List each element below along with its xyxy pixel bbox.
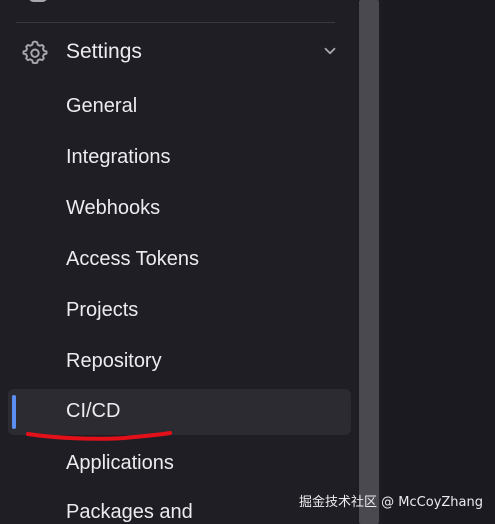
sidebar-item-label: Packages and [66, 501, 193, 523]
sidebar-item-general[interactable]: General [8, 84, 351, 130]
sidebar-item-label: Access Tokens [66, 248, 200, 270]
app-window: Settings General Integrations Webhooks A… [0, 0, 495, 524]
sidebar-item-access-tokens[interactable]: Access Tokens [8, 237, 351, 283]
sidebar-item-webhooks[interactable]: Webhooks [8, 186, 351, 232]
sidebar-item-label: Repository [66, 350, 162, 372]
sidebar-item-projects[interactable]: Projects [8, 288, 351, 334]
active-indicator [12, 395, 16, 429]
main-content [383, 0, 495, 524]
sidebar-item-label: Integrations [66, 146, 171, 168]
previous-nav-item[interactable] [22, 0, 102, 4]
sidebar-divider [16, 22, 335, 23]
sidebar-item-label: Projects [66, 299, 139, 321]
sidebar-item-repository[interactable]: Repository [8, 339, 351, 385]
sidebar-item-label: Applications [66, 452, 174, 474]
gear-icon [22, 40, 48, 65]
settings-section-toggle[interactable]: Settings [8, 30, 351, 74]
sidebar-item-label: CI/CD [66, 400, 121, 422]
sidebar: Settings General Integrations Webhooks A… [0, 0, 357, 524]
sidebar-item-applications[interactable]: Applications [8, 441, 351, 487]
sidebar-item-label: Webhooks [66, 197, 161, 219]
red-underline-annotation [26, 431, 172, 441]
scrollbar-thumb[interactable] [359, 0, 379, 524]
sidebar-item-integrations[interactable]: Integrations [8, 135, 351, 181]
watermark: 掘金技术社区 @ McCoyZhang [299, 495, 483, 510]
settings-section-label: Settings [66, 40, 142, 63]
chevron-down-icon [324, 47, 336, 55]
previous-item-icon [28, 0, 48, 2]
scrollbar[interactable] [357, 0, 383, 524]
sidebar-item-label: General [66, 95, 138, 117]
